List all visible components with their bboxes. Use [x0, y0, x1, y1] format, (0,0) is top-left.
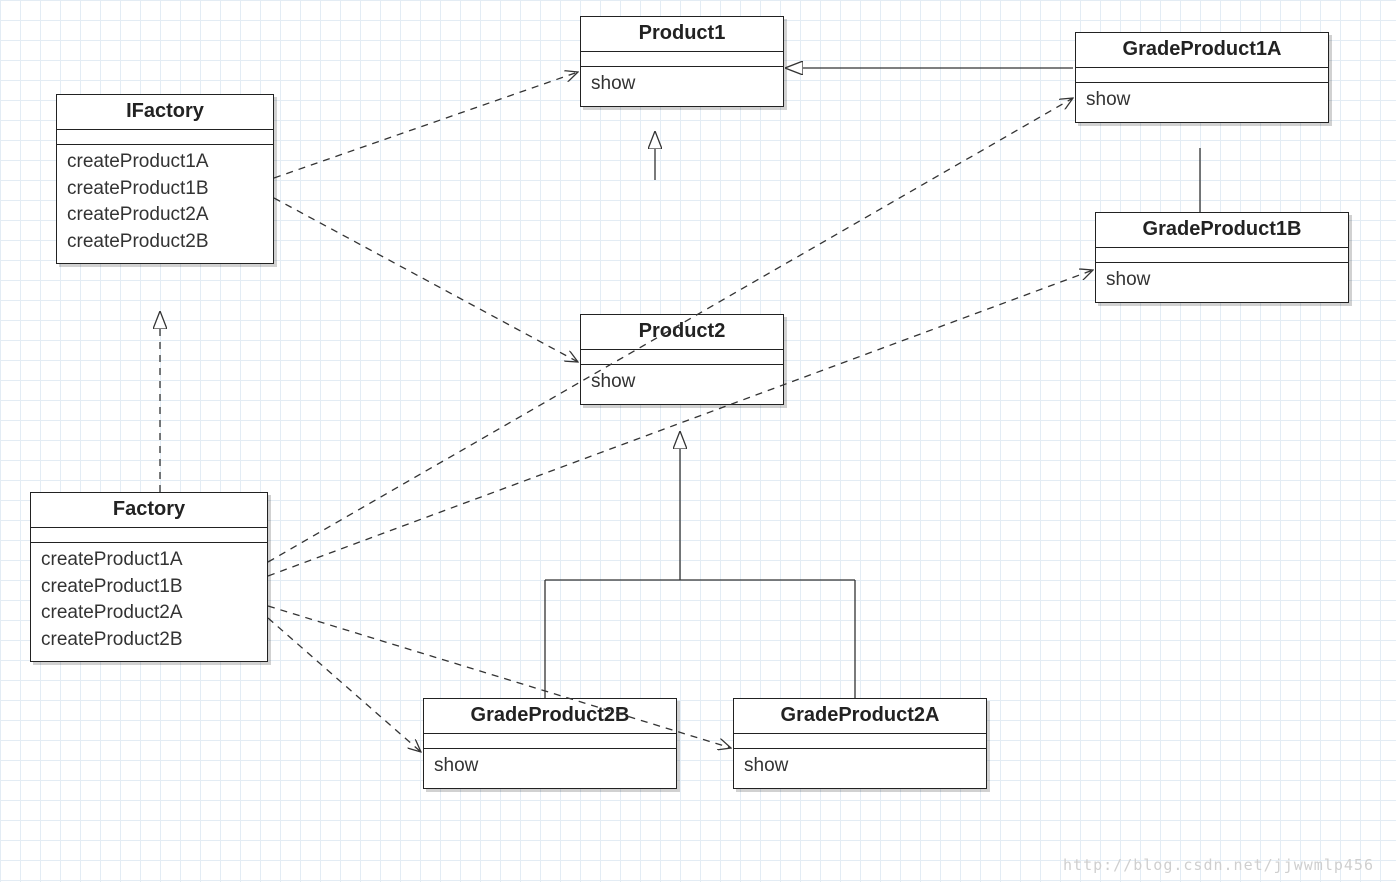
- dependency-ifactory-product2: [274, 198, 578, 362]
- method-item: show: [1086, 87, 1318, 114]
- class-title: Factory: [31, 493, 267, 528]
- class-attributes: [581, 52, 783, 67]
- class-title: GradeProduct2B: [424, 699, 676, 734]
- class-attributes: [424, 734, 676, 749]
- class-gradeproduct1b: GradeProduct1B show: [1095, 212, 1349, 303]
- class-product2: Product2 show: [580, 314, 784, 405]
- class-methods: createProduct1A createProduct1B createPr…: [31, 543, 267, 661]
- class-attributes: [734, 734, 986, 749]
- method-item: show: [591, 369, 773, 396]
- class-methods: show: [581, 67, 783, 106]
- method-item: show: [591, 71, 773, 98]
- class-gradeproduct2b: GradeProduct2B show: [423, 698, 677, 789]
- class-ifactory: IFactory createProduct1A createProduct1B…: [56, 94, 274, 264]
- class-title: Product1: [581, 17, 783, 52]
- class-attributes: [1076, 68, 1328, 83]
- class-methods: show: [734, 749, 986, 788]
- class-title: GradeProduct1A: [1076, 33, 1328, 68]
- class-methods: createProduct1A createProduct1B createPr…: [57, 145, 273, 263]
- class-attributes: [581, 350, 783, 365]
- dependency-ifactory-product1: [274, 72, 578, 178]
- class-title: GradeProduct1B: [1096, 213, 1348, 248]
- method-item: show: [434, 753, 666, 780]
- class-attributes: [31, 528, 267, 543]
- class-attributes: [57, 130, 273, 145]
- class-methods: show: [581, 365, 783, 404]
- method-item: createProduct2B: [41, 627, 257, 654]
- method-item: createProduct2A: [41, 600, 257, 627]
- class-factory: Factory createProduct1A createProduct1B …: [30, 492, 268, 662]
- diagram-canvas: IFactory createProduct1A createProduct1B…: [0, 0, 1396, 882]
- class-methods: show: [424, 749, 676, 788]
- dependency-factory-gradeproduct2b: [268, 618, 421, 752]
- method-item: createProduct2B: [67, 229, 263, 256]
- class-methods: show: [1096, 263, 1348, 302]
- class-attributes: [1096, 248, 1348, 263]
- class-title: Product2: [581, 315, 783, 350]
- method-item: show: [744, 753, 976, 780]
- method-item: createProduct1B: [67, 176, 263, 203]
- class-gradeproduct1a: GradeProduct1A show: [1075, 32, 1329, 123]
- class-gradeproduct2a: GradeProduct2A show: [733, 698, 987, 789]
- watermark-text: http://blog.csdn.net/jjwwmlp456: [1063, 856, 1374, 874]
- method-item: createProduct1B: [41, 574, 257, 601]
- method-item: createProduct2A: [67, 202, 263, 229]
- class-methods: show: [1076, 83, 1328, 122]
- method-item: createProduct1A: [67, 149, 263, 176]
- method-item: createProduct1A: [41, 547, 257, 574]
- class-title: GradeProduct2A: [734, 699, 986, 734]
- method-item: show: [1106, 267, 1338, 294]
- class-product1: Product1 show: [580, 16, 784, 107]
- class-title: IFactory: [57, 95, 273, 130]
